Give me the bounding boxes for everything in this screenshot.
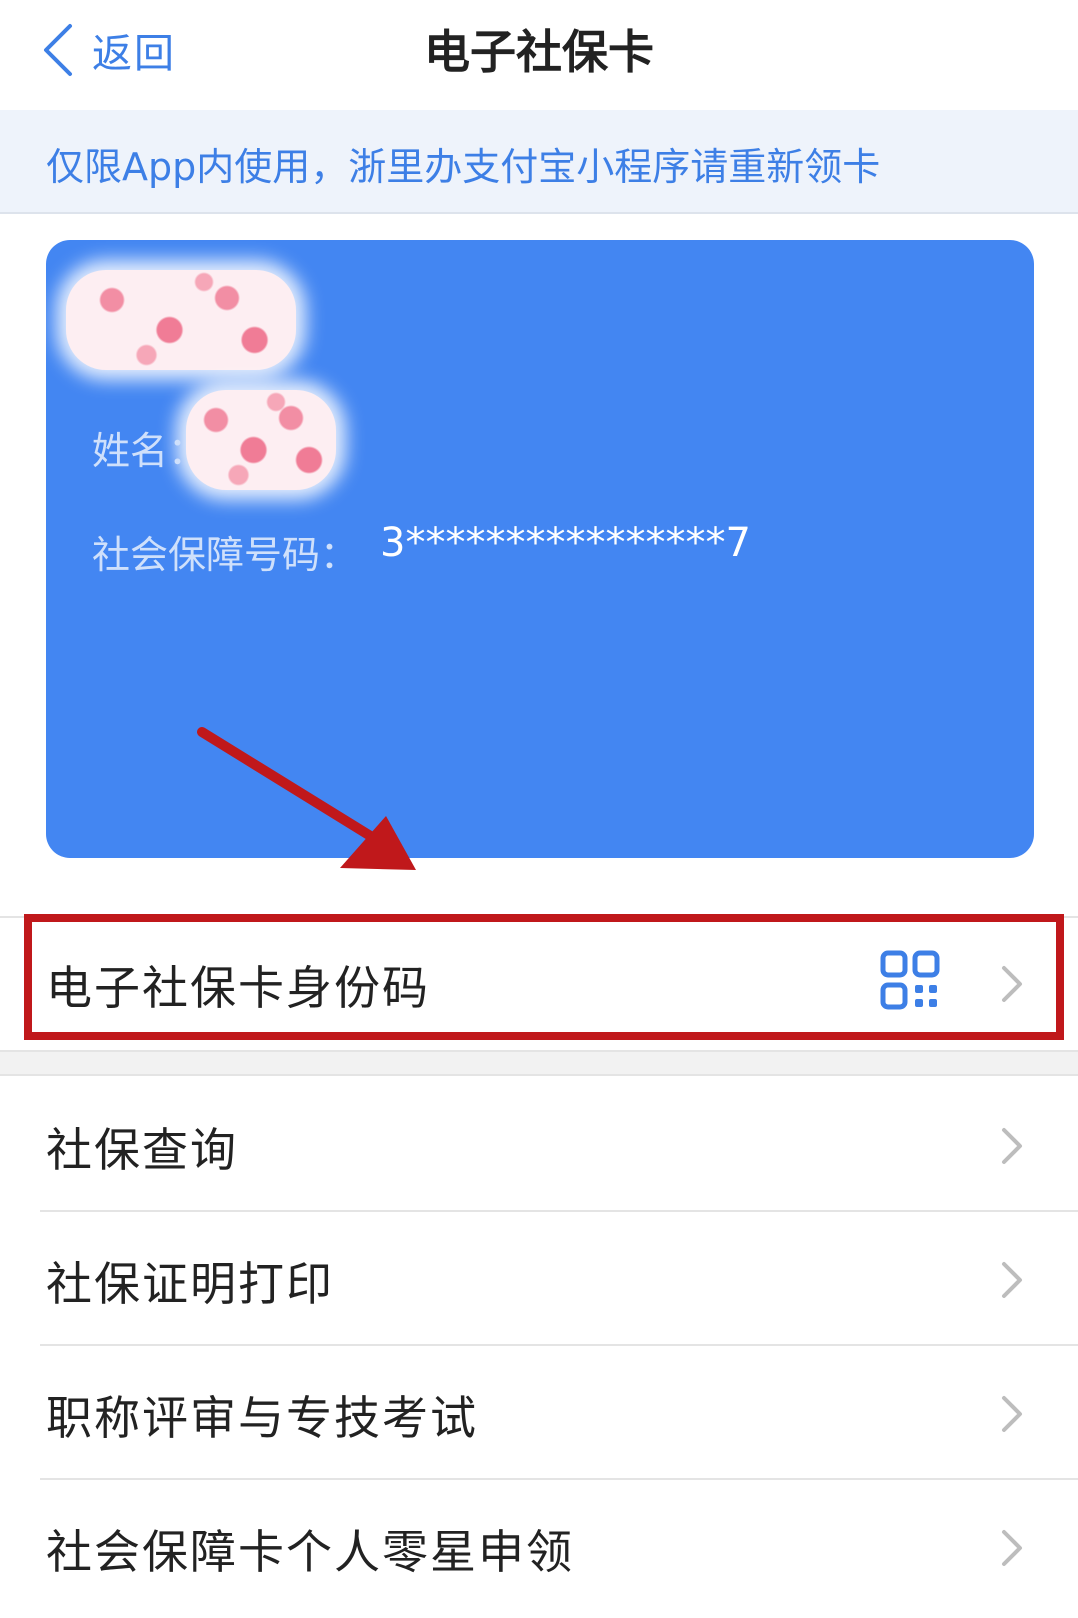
blurred-name bbox=[186, 390, 336, 490]
menu-item-social-security-query[interactable]: 社保查询 bbox=[0, 1078, 1078, 1212]
menu-item-label: 社保查询 bbox=[46, 1123, 238, 1177]
menu-item-label: 社保证明打印 bbox=[46, 1257, 334, 1311]
notice-banner: 仅限App内使用，浙里办支付宝小程序请重新领卡 bbox=[0, 110, 1078, 214]
chevron-right-icon bbox=[1002, 1128, 1022, 1164]
annotation-arrow-icon bbox=[197, 727, 416, 870]
menu-item-label: 职称评审与专技考试 bbox=[46, 1391, 478, 1445]
chevron-right-icon bbox=[1002, 1396, 1022, 1432]
menu-item-label: 社会保障卡个人零星申领 bbox=[46, 1525, 574, 1579]
section-divider bbox=[0, 1050, 1078, 1076]
chevron-right-icon bbox=[1002, 1530, 1022, 1566]
notice-text: 仅限App内使用，浙里办支付宝小程序请重新领卡 bbox=[46, 145, 881, 189]
page-title: 电子社保卡 bbox=[424, 25, 654, 79]
menu-item-card-application[interactable]: 社会保障卡个人零星申领 bbox=[0, 1480, 1078, 1614]
chevron-right-icon bbox=[1002, 1262, 1022, 1298]
blurred-photo bbox=[66, 270, 296, 370]
highlight-box bbox=[24, 914, 1064, 1040]
navigation-bar: 返回 电子社保卡 bbox=[0, 0, 1078, 108]
menu-item-certificate-print[interactable]: 社保证明打印 bbox=[0, 1212, 1078, 1346]
name-label: 姓名： bbox=[92, 429, 207, 473]
ssn-value: 3****************7 bbox=[380, 520, 751, 566]
menu-item-professional-exam[interactable]: 职称评审与专技考试 bbox=[0, 1346, 1078, 1480]
ssn-label: 社会保障号码： bbox=[92, 533, 359, 577]
